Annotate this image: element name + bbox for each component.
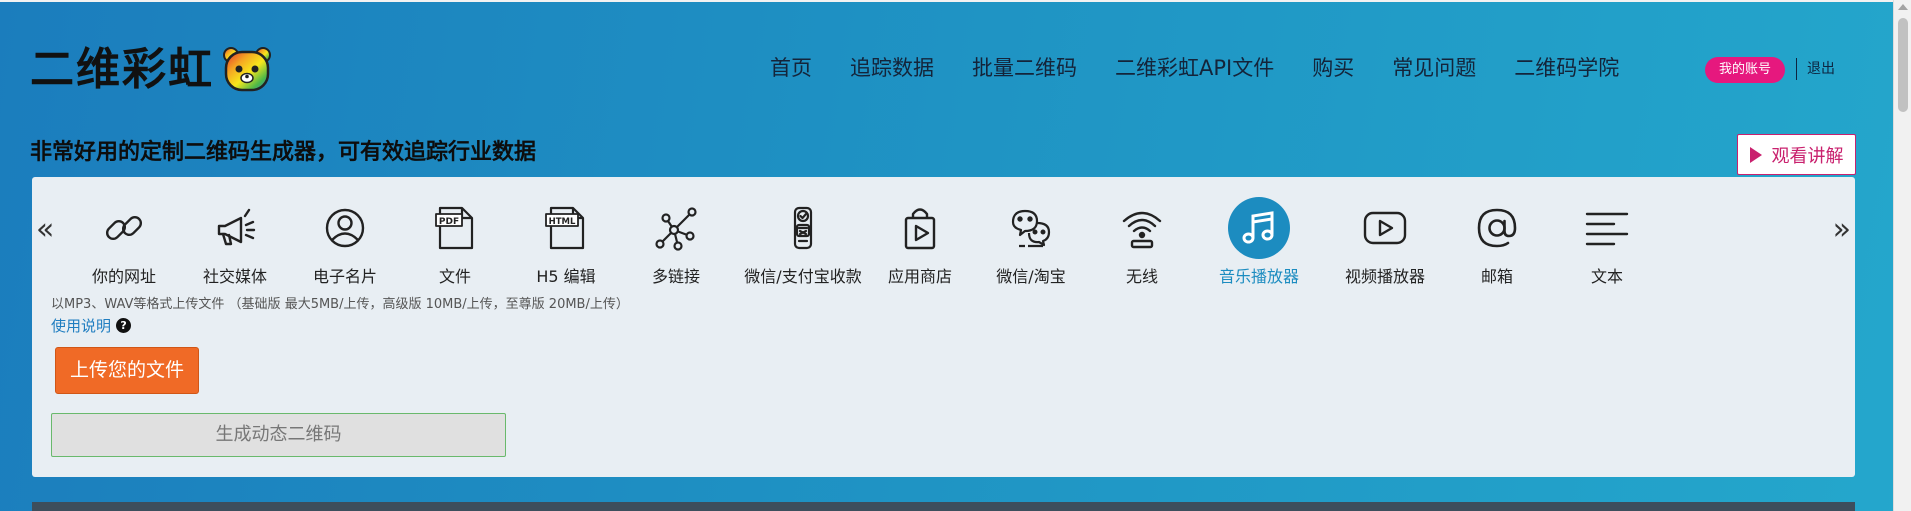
megaphone-icon xyxy=(208,201,262,255)
tool-file[interactable]: PDF 文件 xyxy=(395,201,515,287)
tools-next-arrow[interactable]: » xyxy=(1833,215,1851,245)
wechat-icon xyxy=(1004,201,1058,255)
network-icon xyxy=(649,201,703,255)
tool-url[interactable]: 你的网址 xyxy=(64,201,184,287)
tool-video-player[interactable]: 视频播放器 xyxy=(1325,201,1445,287)
usage-label: 使用说明 xyxy=(51,317,112,335)
tool-music-player[interactable]: 音乐播放器 xyxy=(1199,197,1319,287)
tool-label: 社交媒体 xyxy=(202,267,267,286)
text-lines-icon xyxy=(1580,201,1634,255)
tool-social-media[interactable]: 社交媒体 xyxy=(175,201,295,287)
at-icon xyxy=(1470,201,1524,255)
nav-buy[interactable]: 购买 xyxy=(1312,50,1354,86)
qr-generator-panel: « » 你的网址 社交媒体 电子名片 PDF 文件 HTML H5 编辑 多链接… xyxy=(32,177,1855,477)
help-icon[interactable]: ? xyxy=(116,318,132,333)
tool-label: 音乐播放器 xyxy=(1218,267,1299,286)
svg-text:PDF: PDF xyxy=(439,217,459,227)
nav-batch-qr[interactable]: 批量二维码 xyxy=(972,50,1077,86)
page-tagline: 非常好用的定制二维码生成器，可有效追踪行业数据 xyxy=(30,140,537,165)
upload-file-button[interactable]: 上传您的文件 xyxy=(55,347,199,394)
tool-label: 文件 xyxy=(438,267,471,286)
logo[interactable]: 二维彩虹 xyxy=(30,40,272,100)
tool-label: 应用商店 xyxy=(887,267,952,286)
tool-label: 微信/支付宝收款 xyxy=(744,267,862,286)
tool-multi-link[interactable]: 多链接 xyxy=(616,201,736,287)
nav-api-docs[interactable]: 二维彩虹API文件 xyxy=(1115,50,1274,86)
page-scrollbar[interactable] xyxy=(1893,0,1911,511)
tool-label: 微信/淘宝 xyxy=(996,267,1066,286)
upload-hint: 以MP3、WAV等格式上传文件 （基础版 最大5MB/上传，高级版 10MB/上… xyxy=(51,297,629,312)
tool-label: 文本 xyxy=(1590,267,1623,286)
play-triangle-icon xyxy=(1749,146,1762,163)
top-stripe xyxy=(0,0,1911,2)
tool-label: 你的网址 xyxy=(91,267,156,286)
tool-label: 多链接 xyxy=(651,267,700,286)
tool-label: 无线 xyxy=(1125,267,1158,286)
html-file-icon: HTML xyxy=(539,201,593,255)
usage-instructions-link[interactable]: 使用说明 ? xyxy=(51,315,132,336)
tool-label: H5 编辑 xyxy=(536,267,596,286)
scroll-up-arrow-icon[interactable] xyxy=(1898,4,1908,10)
tool-vcard[interactable]: 电子名片 xyxy=(285,201,405,287)
logout-link[interactable]: 退出 xyxy=(1807,58,1835,80)
play-icon xyxy=(1358,201,1412,255)
tool-app-store[interactable]: 应用商店 xyxy=(860,201,980,287)
tools-prev-arrow[interactable]: « xyxy=(36,215,54,245)
nav-qr-academy[interactable]: 二维码学院 xyxy=(1514,50,1619,86)
wifi-icon xyxy=(1115,201,1169,255)
user-circle-icon xyxy=(318,201,372,255)
tool-label: 邮箱 xyxy=(1480,267,1513,286)
my-account-button[interactable]: 我的账号 xyxy=(1705,57,1786,83)
tool-wifi[interactable]: 无线 xyxy=(1082,201,1202,287)
nav-divider xyxy=(1796,58,1797,80)
music-icon xyxy=(1228,197,1290,259)
bottom-section-edge xyxy=(32,502,1855,511)
nav-tracking-data[interactable]: 追踪数据 xyxy=(850,50,934,86)
tool-label: 视频播放器 xyxy=(1344,267,1425,286)
tool-label: 电子名片 xyxy=(312,267,377,286)
nav-faq[interactable]: 常见问题 xyxy=(1392,50,1476,86)
generate-dynamic-qr-button[interactable]: 生成动态二维码 xyxy=(51,413,506,457)
nav-home[interactable]: 首页 xyxy=(770,50,812,86)
svg-text:HTML: HTML xyxy=(549,217,576,227)
tool-payment[interactable]: 微信/支付宝收款 xyxy=(728,201,878,287)
tool-wechat-taobao[interactable]: 微信/淘宝 xyxy=(971,201,1091,287)
shopping-bag-icon xyxy=(893,201,947,255)
link-icon xyxy=(97,201,151,255)
tool-text[interactable]: 文本 xyxy=(1547,201,1667,287)
pdf-file-icon: PDF xyxy=(428,201,482,255)
payment-icon xyxy=(776,201,830,255)
logo-text: 二维彩虹 xyxy=(30,44,214,95)
scroll-thumb[interactable] xyxy=(1898,18,1908,112)
rainbow-bear-icon xyxy=(223,47,271,92)
tool-h5-editor[interactable]: HTML H5 编辑 xyxy=(506,201,626,287)
watch-tutorial-label: 观看讲解 xyxy=(1771,145,1844,167)
main-nav: 首页 追踪数据 批量二维码 二维彩虹API文件 购买 常见问题 二维码学院 xyxy=(770,50,1619,86)
tool-email[interactable]: 邮箱 xyxy=(1437,201,1557,287)
watch-tutorial-button[interactable]: 观看讲解 xyxy=(1737,134,1856,175)
